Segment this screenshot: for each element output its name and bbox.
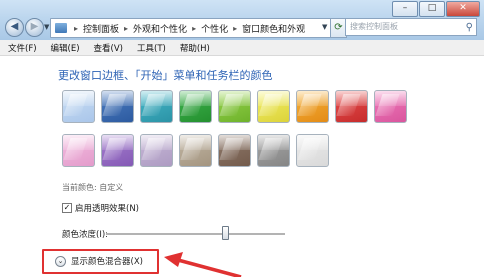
annotation-arrow xyxy=(164,252,242,277)
menu-tools[interactable]: 工具(T) xyxy=(129,42,172,54)
title-bar: – □ ✕ ◀ ▶ ▼ ▸ 控制面板 ▸ 外观和个性化 ▸ 个性化 ▸ 窗口颜色… xyxy=(0,0,484,40)
menu-view[interactable]: 查看(V) xyxy=(86,42,129,54)
breadcrumb-separator[interactable]: ▸ xyxy=(189,24,199,33)
breadcrumb-window-color[interactable]: 窗口颜色和外观 xyxy=(240,22,307,35)
maximize-button[interactable]: □ xyxy=(419,1,445,17)
breadcrumb-appearance[interactable]: 外观和个性化 xyxy=(131,22,189,35)
annotation-arrow-shaft xyxy=(177,258,242,277)
back-button[interactable]: ◀ xyxy=(5,18,24,37)
breadcrumb-separator[interactable]: ▸ xyxy=(71,24,81,33)
window-controls: – □ ✕ xyxy=(391,1,480,17)
address-bar[interactable]: ▸ 控制面板 ▸ 外观和个性化 ▸ 个性化 ▸ 窗口颜色和外观 xyxy=(50,18,338,38)
recent-pages-dropdown[interactable]: ▼ xyxy=(44,23,49,31)
search-icon[interactable]: ⚲ xyxy=(466,20,473,36)
search-placeholder: 搜索控制面板 xyxy=(350,22,398,31)
annotation-arrow-head xyxy=(164,252,183,267)
search-input[interactable]: 搜索控制面板 ⚲ xyxy=(345,18,477,36)
content-pane: 更改窗口边框、「开始」菜单和任务栏的颜色 当前颜色: 自定义 ✓ 启用透明效果(… xyxy=(0,56,484,277)
menu-bar: 文件(F) 编辑(E) 查看(V) 工具(T) 帮助(H) xyxy=(0,40,484,56)
close-button[interactable]: ✕ xyxy=(446,1,480,17)
breadcrumb-separator[interactable]: ▸ xyxy=(230,24,240,33)
refresh-icon: ⟳ xyxy=(334,22,343,33)
breadcrumb-personalization[interactable]: 个性化 xyxy=(199,22,230,35)
menu-edit[interactable]: 编辑(E) xyxy=(43,42,86,54)
address-dropdown[interactable]: ▼ xyxy=(322,23,327,31)
folder-icon xyxy=(55,23,67,33)
menu-file[interactable]: 文件(F) xyxy=(0,42,43,54)
breadcrumb-control-panel[interactable]: 控制面板 xyxy=(81,22,121,35)
minimize-button[interactable]: – xyxy=(392,1,418,17)
breadcrumb-separator[interactable]: ▸ xyxy=(121,24,131,33)
menu-help[interactable]: 帮助(H) xyxy=(172,42,216,54)
forward-button[interactable]: ▶ xyxy=(25,18,44,37)
